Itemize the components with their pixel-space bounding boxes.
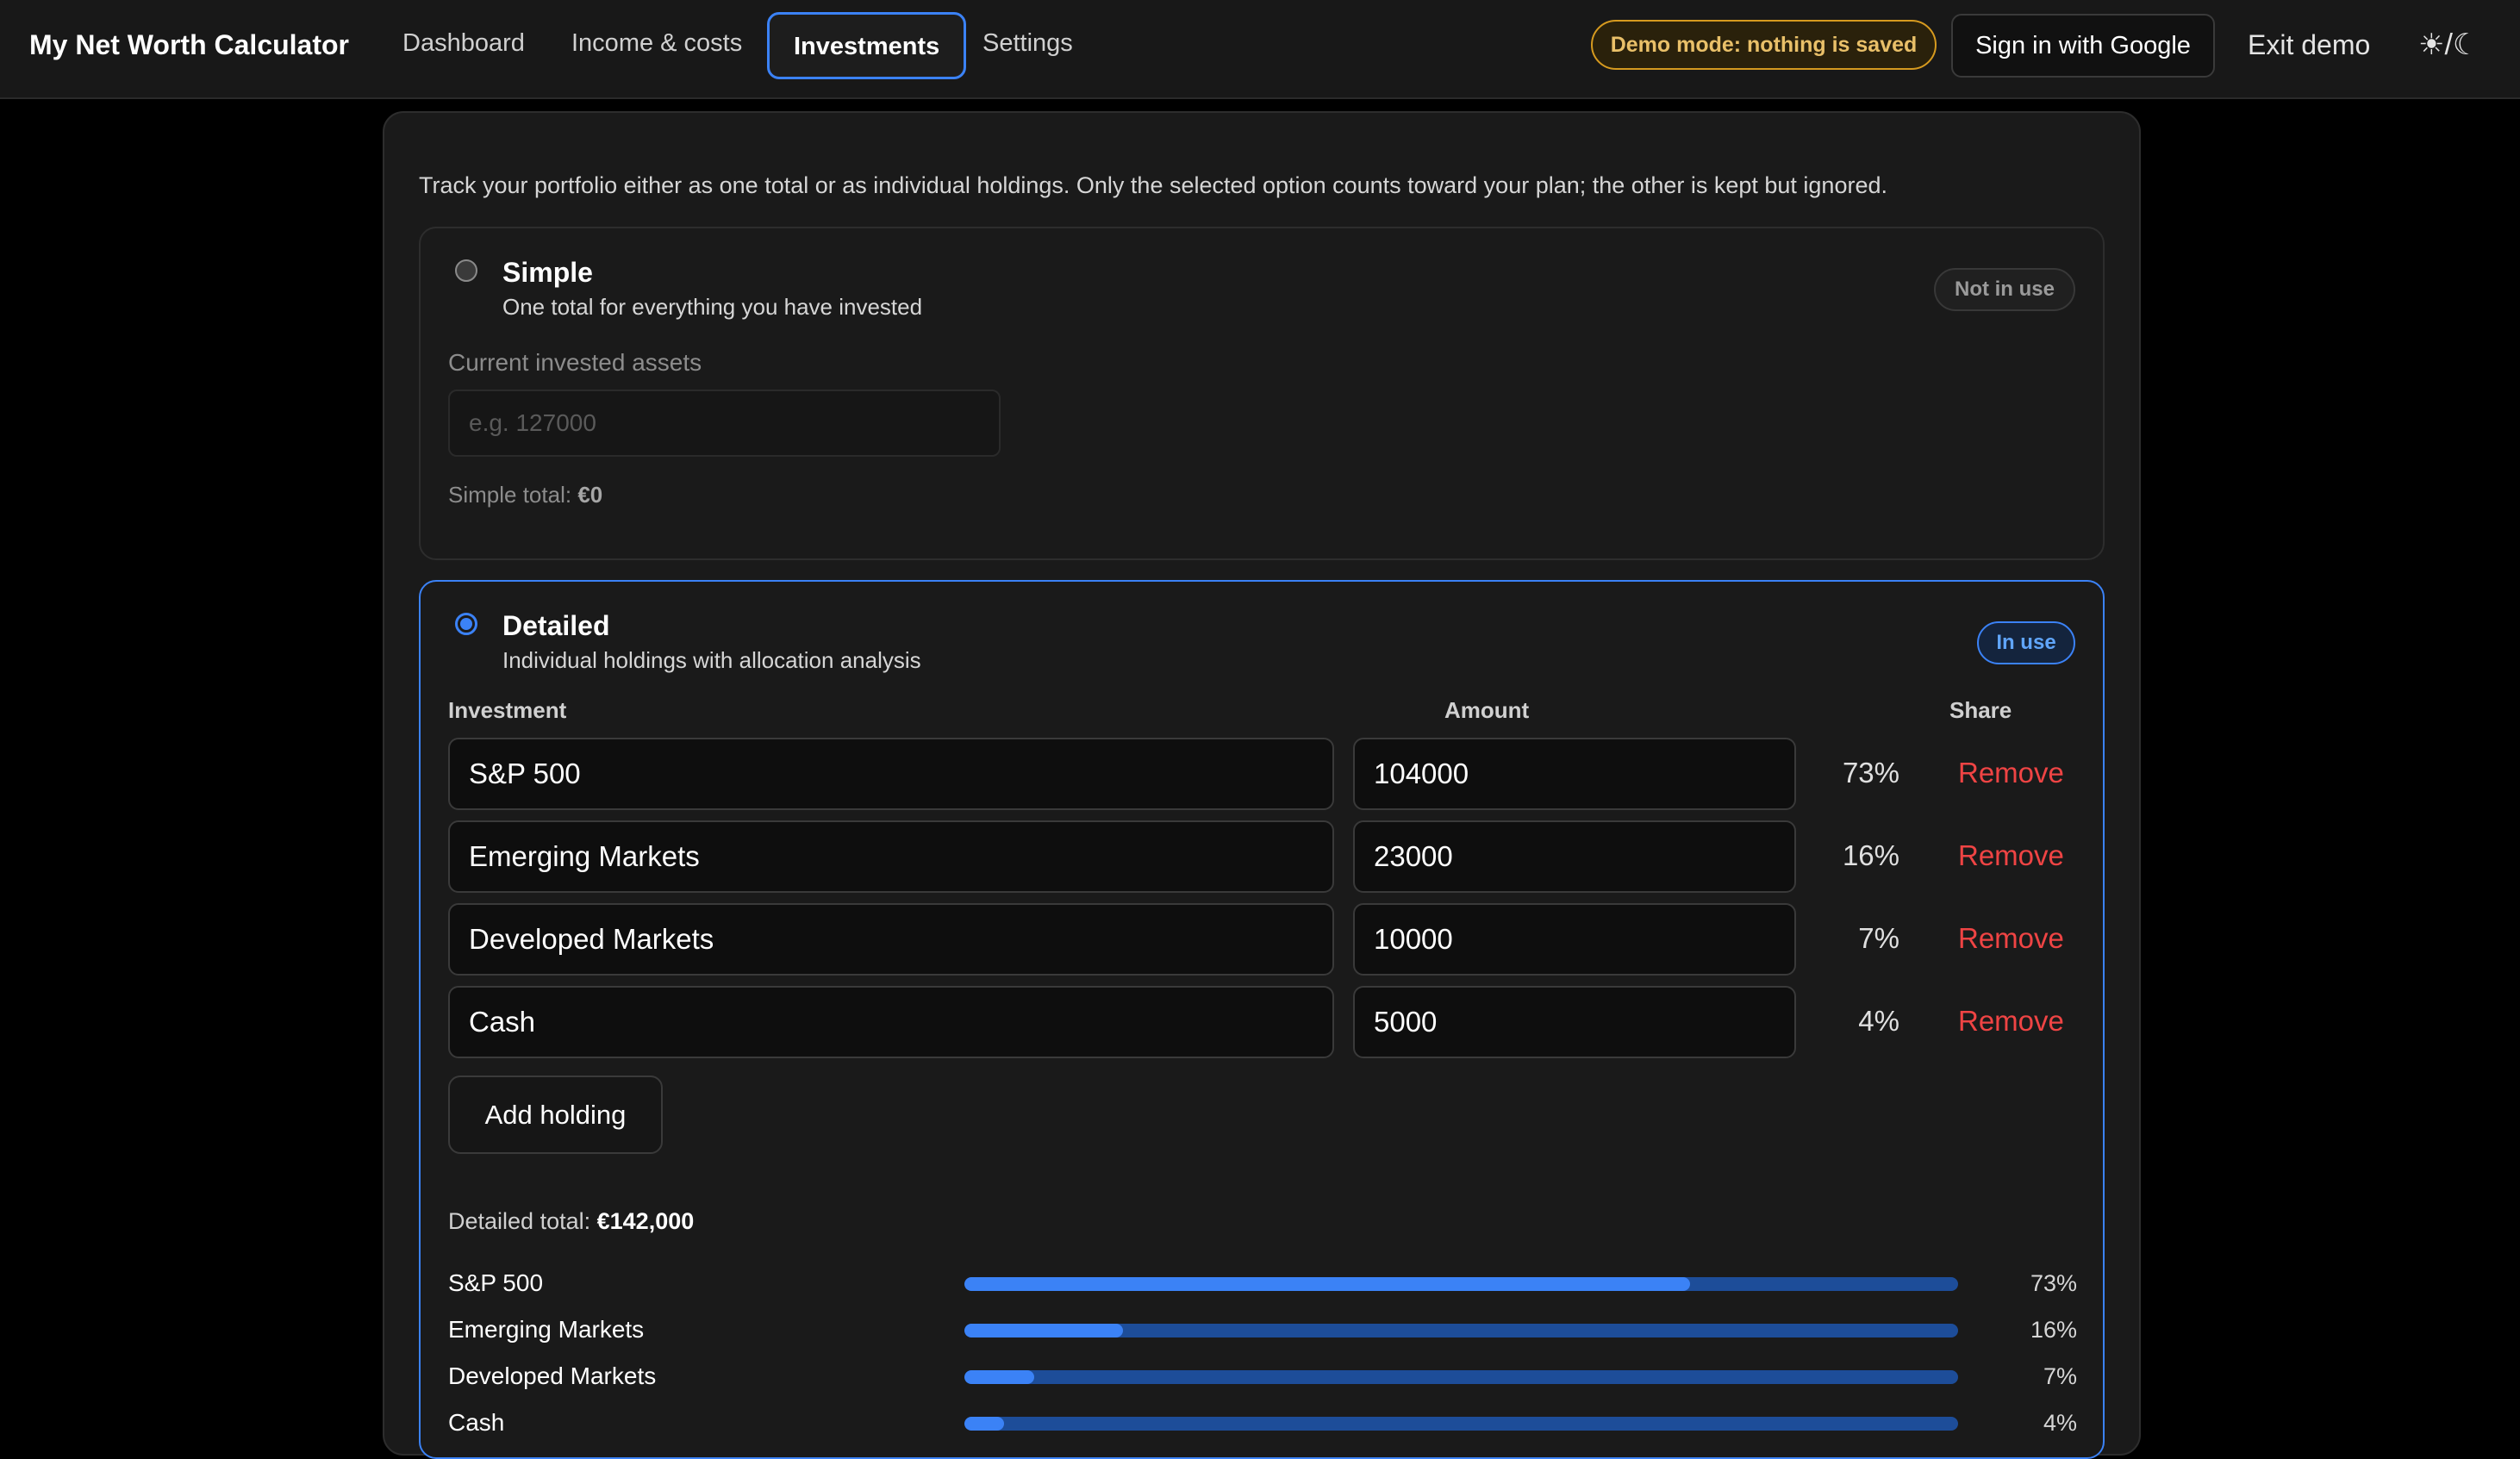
allocation-label: Emerging Markets	[448, 1316, 645, 1343]
holding-name-input[interactable]	[448, 738, 1334, 810]
detailed-option-title: Detailed	[502, 610, 610, 641]
nav-link-investments[interactable]: Investments	[767, 12, 967, 79]
detailed-option-panel[interactable]: Detailed Individual holdings with alloca…	[419, 580, 2105, 1459]
remove-holding-button[interactable]: Remove	[1958, 922, 2064, 955]
column-header-share: Share	[1949, 697, 2012, 723]
holding-share: 73%	[1842, 757, 1899, 789]
remove-holding-button[interactable]: Remove	[1958, 1005, 2064, 1038]
top-navigation-bar: My Net Worth Calculator Dashboard Income…	[0, 0, 2520, 99]
holding-row: 16% Remove	[448, 820, 2077, 893]
exit-demo-button[interactable]: Exit demo	[2248, 29, 2370, 61]
allocation-percent: 16%	[2030, 1317, 2077, 1343]
nav-link-dashboard[interactable]: Dashboard	[402, 29, 525, 58]
holding-amount-input[interactable]	[1353, 903, 1796, 976]
simple-total-label: Simple total:	[448, 482, 572, 508]
holding-row: 4% Remove	[448, 986, 2077, 1058]
allocation-percent: 73%	[2030, 1270, 2077, 1296]
app-title: My Net Worth Calculator	[29, 29, 349, 60]
detailed-option-subtitle: Individual holdings with allocation anal…	[502, 647, 921, 673]
allocation-row: Developed Markets 7%	[448, 1360, 2077, 1394]
nav-link-income-costs[interactable]: Income & costs	[571, 29, 742, 58]
radio-unchecked-icon[interactable]	[455, 259, 477, 282]
holding-share: 4%	[1858, 1005, 1899, 1037]
demo-mode-badge: Demo mode: nothing is saved	[1591, 20, 1937, 70]
holding-amount-input[interactable]	[1353, 986, 1796, 1058]
allocation-label: Cash	[448, 1409, 505, 1436]
column-header-investment: Investment	[448, 697, 567, 723]
simple-total: Simple total: €0	[448, 482, 602, 508]
allocation-bar-track	[964, 1277, 1958, 1291]
allocation-bar-fill	[964, 1324, 1124, 1337]
holding-amount-input[interactable]	[1353, 820, 1796, 893]
allocation-percent: 4%	[2043, 1410, 2077, 1436]
sign-in-with-google-button[interactable]: Sign in with Google	[1951, 14, 2215, 78]
investments-intro-text: Track your portfolio either as one total…	[419, 172, 1887, 198]
allocation-row: S&P 500 73%	[448, 1267, 2077, 1301]
nav-link-settings[interactable]: Settings	[982, 29, 1073, 58]
holding-share: 16%	[1842, 839, 1899, 871]
holding-amount-input[interactable]	[1353, 738, 1796, 810]
holding-name-input[interactable]	[448, 820, 1334, 893]
detailed-total-label: Detailed total:	[448, 1208, 591, 1234]
add-holding-button[interactable]: Add holding	[448, 1076, 663, 1154]
holding-name-input[interactable]	[448, 986, 1334, 1058]
remove-holding-button[interactable]: Remove	[1958, 839, 2064, 872]
holding-share: 7%	[1858, 922, 1899, 954]
allocation-label: Developed Markets	[448, 1362, 657, 1389]
simple-option-title: Simple	[502, 257, 593, 288]
allocation-row: Emerging Markets 16%	[448, 1313, 2077, 1348]
simple-total-value: €0	[577, 482, 603, 508]
allocation-bar-fill	[964, 1370, 1034, 1384]
holding-row: 73% Remove	[448, 738, 2077, 810]
simple-option-subtitle: One total for everything you have invest…	[502, 294, 923, 320]
in-use-badge: In use	[1977, 621, 2075, 664]
detailed-total-value: €142,000	[596, 1208, 695, 1234]
sun-moon-icon[interactable]: ☀/☾	[2418, 28, 2479, 62]
not-in-use-badge: Not in use	[1934, 268, 2075, 311]
holding-name-input[interactable]	[448, 903, 1334, 976]
current-invested-assets-label: Current invested assets	[448, 349, 702, 376]
holding-row: 7% Remove	[448, 903, 2077, 976]
allocation-row: Cash 4%	[448, 1406, 2077, 1441]
simple-option-panel[interactable]: Simple One total for everything you have…	[419, 227, 2105, 560]
column-header-amount: Amount	[1444, 697, 1530, 723]
radio-checked-icon[interactable]	[455, 613, 477, 635]
allocation-bar-track	[964, 1370, 1958, 1384]
allocation-bar-track	[964, 1324, 1958, 1337]
allocation-bar-track	[964, 1417, 1958, 1431]
allocation-label: S&P 500	[448, 1269, 544, 1296]
current-invested-assets-input[interactable]	[448, 390, 1001, 457]
allocation-percent: 7%	[2043, 1363, 2077, 1389]
remove-holding-button[interactable]: Remove	[1958, 757, 2064, 789]
allocation-bar-fill	[964, 1417, 1005, 1431]
allocation-bar-fill	[964, 1277, 1690, 1291]
detailed-total: Detailed total: €142,000	[448, 1208, 694, 1235]
